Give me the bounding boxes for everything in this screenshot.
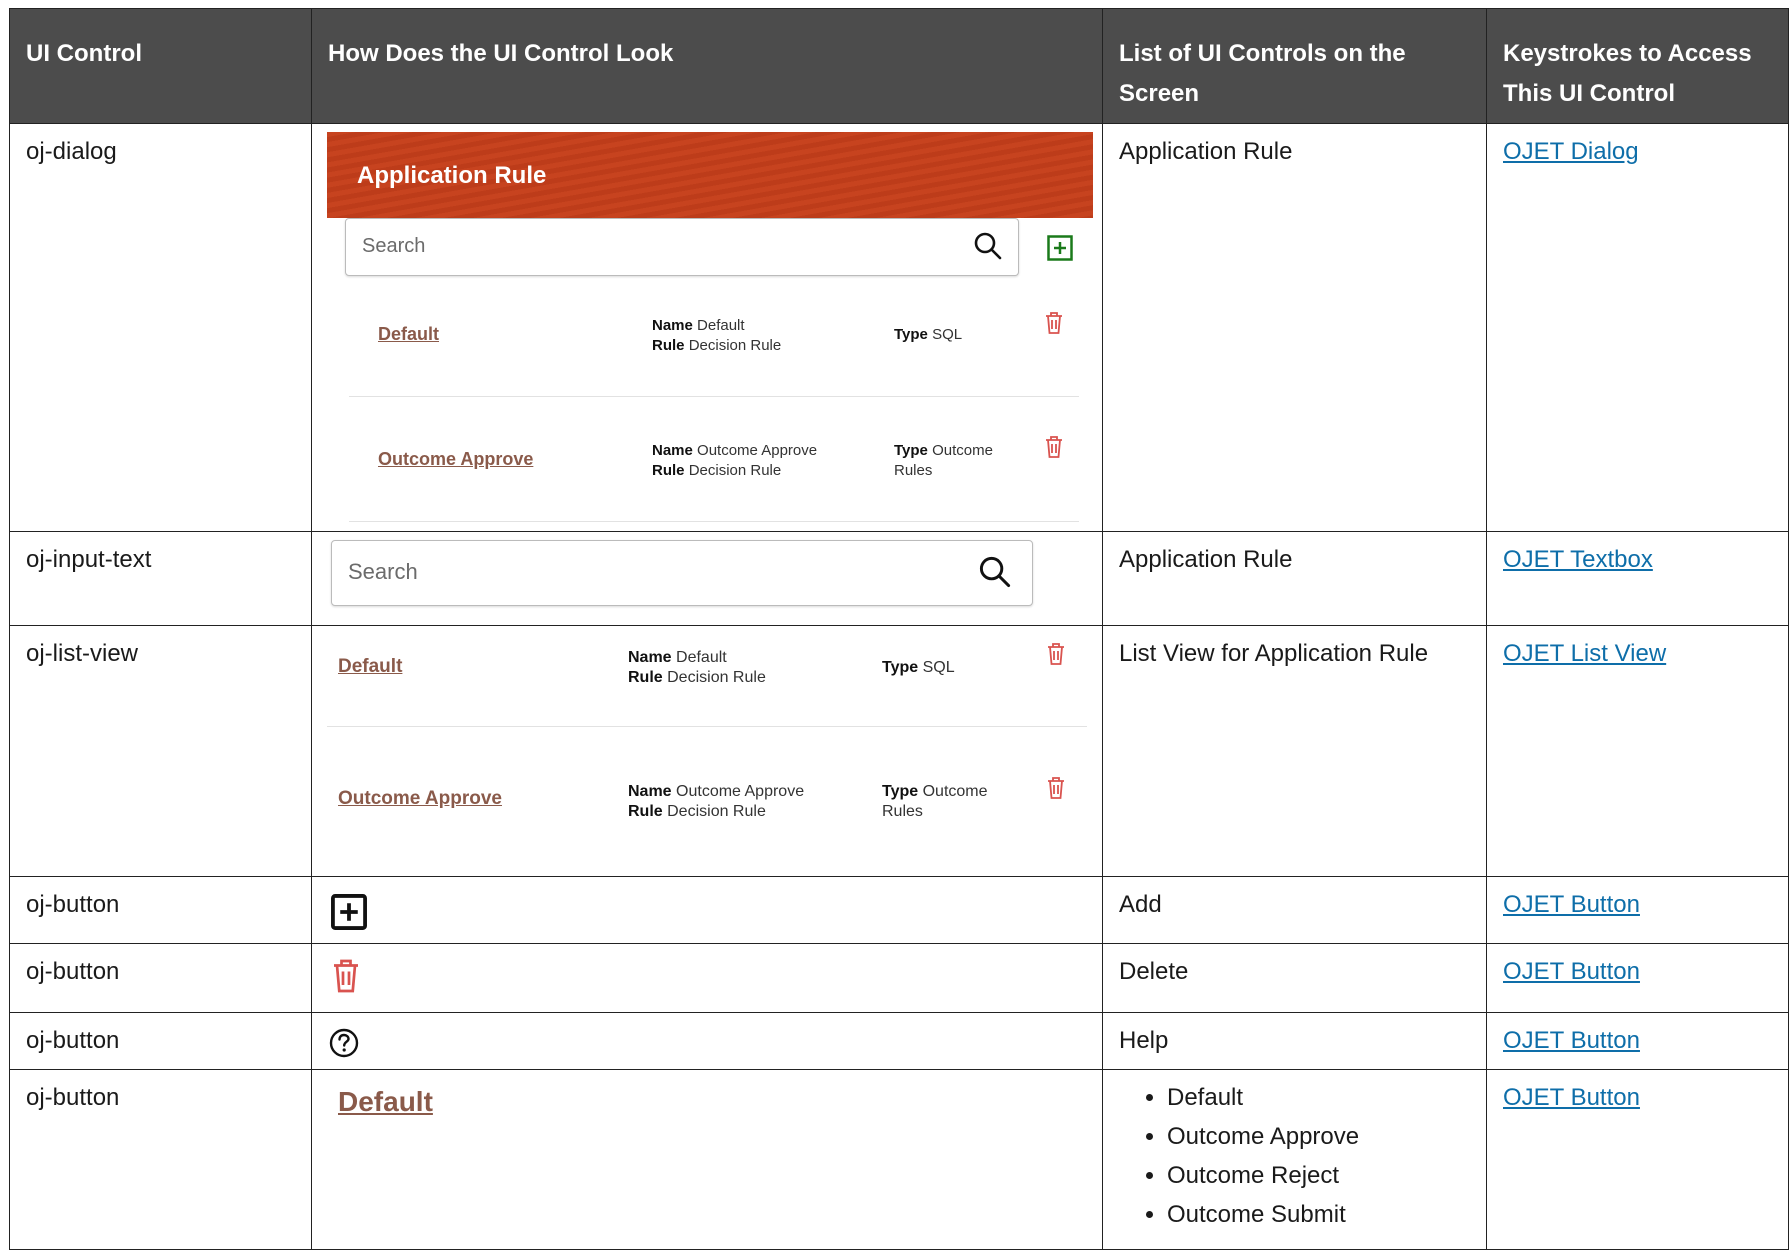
delete-icon[interactable]	[1046, 642, 1066, 666]
ui-controls-table: UI Control How Does the UI Control Look …	[9, 8, 1789, 1250]
list-item-meta: Name Default Rule Decision Rule	[652, 317, 782, 354]
list-item-meta: Name Outcome Approve Rule Decision Rule	[628, 783, 805, 820]
screen-control: Add	[1102, 876, 1487, 944]
search-placeholder: Search	[362, 235, 426, 257]
control-bullet-list: Default Outcome Approve Outcome Reject O…	[1119, 1078, 1470, 1234]
keystroke-link[interactable]: OJET Button	[1503, 1084, 1640, 1111]
list-divider	[327, 726, 1087, 727]
table-row: oj-button Add OJET Button	[9, 876, 1789, 944]
screen-control: Delete	[1102, 943, 1487, 1013]
list-item-link[interactable]: Default	[338, 656, 402, 678]
list-item-meta: Name Default Rule Decision Rule	[628, 649, 766, 686]
delete-icon[interactable]	[1044, 311, 1064, 335]
keystroke-link[interactable]: OJET Button	[1503, 1027, 1640, 1054]
add-icon[interactable]	[330, 893, 368, 931]
listview-preview: Default Name Default Rule Decision Rule …	[311, 625, 1103, 877]
header-controls-list: List of UI Controls on the Screen	[1102, 8, 1487, 124]
list-item-type: Type Outcome Rules	[882, 783, 988, 820]
screen-control: Application Rule	[1102, 531, 1487, 626]
table-row: oj-button Default Default Outcome Approv…	[9, 1069, 1789, 1250]
list-divider	[349, 521, 1079, 522]
keystroke-link[interactable]: OJET Dialog	[1503, 138, 1639, 165]
delete-icon[interactable]	[1044, 435, 1064, 459]
screen-control: List View for Application Rule	[1102, 625, 1487, 877]
keystroke-cell: OJET Dialog	[1486, 123, 1789, 532]
dialog-preview: Application Rule Search Default Name Def…	[311, 123, 1103, 532]
search-icon[interactable]	[978, 555, 1012, 589]
table-row: oj-input-text Search Application Rule OJ…	[9, 531, 1789, 626]
list-item: Outcome Submit	[1167, 1195, 1470, 1234]
control-name: oj-button	[9, 943, 312, 1013]
control-name: oj-button	[9, 1012, 312, 1070]
keystroke-link[interactable]: OJET List View	[1503, 640, 1666, 667]
header-ui-control: UI Control	[9, 8, 312, 124]
delete-icon[interactable]	[331, 958, 361, 994]
list-item-type: Type SQL	[882, 659, 955, 676]
keystroke-cell: OJET List View	[1486, 625, 1789, 877]
header-row: UI Control How Does the UI Control Look …	[9, 8, 1789, 124]
screen-control: Application Rule	[1102, 123, 1487, 532]
add-preview	[311, 876, 1103, 944]
list-item-link[interactable]: Outcome Approve	[338, 788, 502, 810]
table-row: oj-button Help OJET Button	[9, 1012, 1789, 1070]
dialog-header: Application Rule	[327, 132, 1093, 218]
default-link[interactable]: Default	[338, 1086, 433, 1118]
keystroke-cell: OJET Button	[1486, 1069, 1789, 1250]
list-item-meta: Name Outcome Approve Rule Decision Rule	[652, 442, 818, 479]
list-divider	[349, 396, 1079, 397]
list-item-link[interactable]: Default	[378, 324, 439, 345]
keystroke-cell: OJET Button	[1486, 943, 1789, 1013]
control-name: oj-button	[9, 1069, 312, 1250]
help-preview	[311, 1012, 1103, 1070]
delete-icon[interactable]	[1046, 776, 1066, 800]
keystroke-link[interactable]: OJET Button	[1503, 891, 1640, 918]
keystroke-cell: OJET Textbox	[1486, 531, 1789, 626]
screen-control: Help	[1102, 1012, 1487, 1070]
list-item: Outcome Approve	[1167, 1117, 1470, 1156]
textbox-preview: Search	[311, 531, 1103, 626]
list-item: Default	[1167, 1078, 1470, 1117]
control-name: oj-button	[9, 876, 312, 944]
header-keystrokes: Keystrokes to Access This UI Control	[1486, 8, 1789, 124]
search-icon[interactable]	[973, 231, 1003, 261]
keystroke-cell: OJET Button	[1486, 1012, 1789, 1070]
keystroke-cell: OJET Button	[1486, 876, 1789, 944]
keystroke-link[interactable]: OJET Button	[1503, 958, 1640, 985]
header-ui-look: How Does the UI Control Look	[311, 8, 1103, 124]
dialog-title: Application Rule	[357, 162, 547, 189]
list-item-type: Type Outcome Rules	[894, 442, 993, 479]
delete-preview	[311, 943, 1103, 1013]
list-item-link[interactable]: Outcome Approve	[378, 449, 533, 470]
table-row: oj-list-view Default Name Default Rule D…	[9, 625, 1789, 877]
help-icon[interactable]	[328, 1027, 360, 1059]
control-name: oj-input-text	[9, 531, 312, 626]
list-item-type: Type SQL	[894, 326, 963, 343]
search-input[interactable]: Search	[331, 540, 1033, 606]
control-name: oj-dialog	[9, 123, 312, 532]
screen-control-list: Default Outcome Approve Outcome Reject O…	[1102, 1069, 1487, 1250]
table-row: oj-dialog Application Rule Search Defaul…	[9, 123, 1789, 532]
keystroke-link[interactable]: OJET Textbox	[1503, 546, 1653, 573]
list-item: Outcome Reject	[1167, 1156, 1470, 1195]
add-icon[interactable]	[1047, 235, 1073, 261]
search-input[interactable]: Search	[345, 218, 1019, 276]
search-placeholder: Search	[348, 559, 418, 584]
link-preview: Default	[311, 1069, 1103, 1250]
table-row: oj-button Delete OJET Button	[9, 943, 1789, 1013]
control-name: oj-list-view	[9, 625, 312, 877]
